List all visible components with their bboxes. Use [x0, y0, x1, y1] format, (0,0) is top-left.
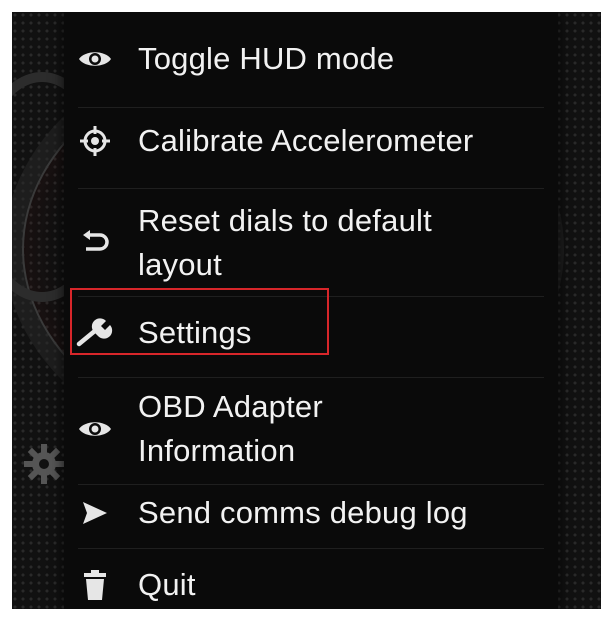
divider	[78, 484, 544, 485]
menu-item-quit[interactable]: Quit	[64, 564, 558, 606]
menu-item-label: Reset dials to default layout	[138, 203, 432, 282]
trash-icon	[72, 565, 118, 605]
menu-item-label: Toggle HUD mode	[138, 41, 395, 76]
menu-item-label: Quit	[138, 567, 196, 602]
send-icon	[72, 493, 118, 533]
undo-arrow-icon	[72, 223, 118, 263]
settings-highlight-box	[70, 288, 329, 355]
menu-item-send-debug-log[interactable]: Send comms debug log	[64, 492, 558, 534]
divider	[78, 548, 544, 549]
menu-item-label: Send comms debug log	[138, 495, 468, 530]
menu-item-toggle-hud[interactable]: Toggle HUD mode	[64, 38, 558, 80]
eye-icon	[72, 39, 118, 79]
crosshair-icon	[72, 121, 118, 161]
menu-item-calibrate-accelerometer[interactable]: Calibrate Accelerometer	[64, 120, 558, 162]
menu-item-label: OBD Adapter Information	[138, 389, 323, 468]
eye-icon	[72, 409, 118, 449]
menu-item-reset-dials[interactable]: Reset dials to default layout	[64, 198, 558, 288]
menu-item-label: Calibrate Accelerometer	[138, 123, 474, 158]
menu-item-obd-adapter-information[interactable]: OBD Adapter Information	[64, 384, 558, 474]
divider	[78, 377, 544, 378]
divider	[78, 188, 544, 189]
divider	[78, 107, 544, 108]
gear-icon	[24, 444, 64, 484]
